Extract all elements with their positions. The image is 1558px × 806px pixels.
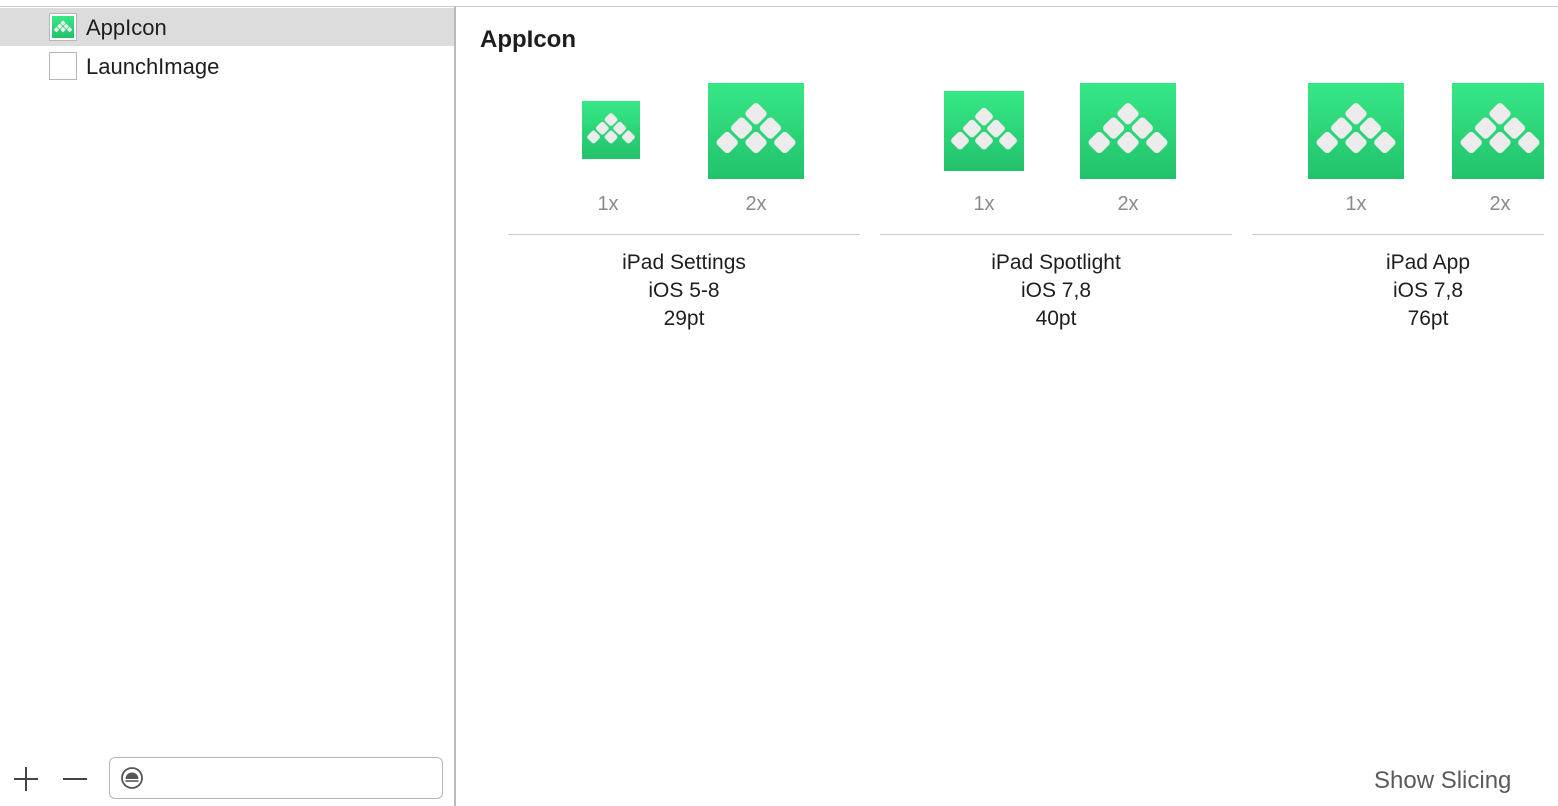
device-label: iPad Settings — [622, 251, 746, 274]
scale-label: 2x — [745, 193, 767, 215]
icon-group-ipad-app: 1x 2x iPad App iOS 7,8 76pt — [1252, 83, 1558, 343]
icon-slot-2x[interactable]: 2x — [708, 83, 804, 223]
size-label: 29pt — [663, 307, 705, 330]
asset-sidebar: AppIcon LaunchImage — [0, 7, 454, 806]
group-caption: iPad App iOS 7,8 76pt — [1252, 249, 1558, 333]
scale-label: 1x — [597, 193, 619, 215]
scale-label: 2x — [1489, 193, 1511, 215]
icon-group-ipad-spotlight: 1x 2x iPad Spotlight iOS 7,8 40pt — [880, 83, 1232, 343]
page-title: AppIcon — [480, 26, 576, 53]
icon-slot-2x[interactable]: 2x — [1080, 83, 1176, 223]
size-label: 40pt — [1035, 307, 1077, 330]
icon-group-ipad-settings: 1x 2x iPad Settings iOS 5-8 29pt — [508, 83, 860, 343]
appicon-thumbnail-icon — [49, 13, 77, 41]
asset-detail-pane: AppIcon 1x 2x iPad Settings iOS 5-8 29pt — [456, 7, 1558, 806]
icon-slot-1x[interactable]: 1x — [1308, 83, 1404, 223]
show-slicing-button[interactable]: Show Slicing — [1374, 767, 1511, 795]
plus-icon[interactable] — [14, 767, 38, 791]
scale-label: 1x — [973, 193, 995, 215]
sidebar-item-label: LaunchImage — [86, 54, 220, 79]
filter-field[interactable] — [109, 757, 443, 799]
app-icon-image — [582, 101, 640, 159]
filter-input[interactable] — [152, 764, 436, 794]
os-label: iOS 5-8 — [648, 279, 720, 302]
group-divider — [1252, 234, 1544, 235]
filter-icon — [121, 767, 143, 789]
icon-slot-1x[interactable]: 1x — [936, 83, 1032, 223]
sidebar-item-label: AppIcon — [86, 15, 167, 40]
app-icon-image — [944, 91, 1024, 171]
size-label: 76pt — [1407, 307, 1449, 330]
app-icon-image — [708, 83, 804, 179]
sidebar-bottom-bar — [0, 750, 454, 806]
os-label: iOS 7,8 — [1020, 279, 1092, 302]
icon-slot-1x[interactable]: 1x — [560, 83, 656, 223]
scale-label: 1x — [1345, 193, 1367, 215]
launchimage-thumbnail-icon — [49, 52, 77, 80]
app-icon-image — [1080, 83, 1176, 179]
app-icon-image — [1308, 83, 1404, 179]
scale-label: 2x — [1117, 193, 1139, 215]
device-label: iPad Spotlight — [991, 251, 1121, 274]
icon-slot-2x[interactable]: 2x — [1452, 83, 1548, 223]
sidebar-item-launchimage[interactable]: LaunchImage — [0, 47, 454, 85]
group-caption: iPad Settings iOS 5-8 29pt — [508, 249, 860, 333]
minus-icon[interactable] — [63, 767, 87, 791]
group-caption: iPad Spotlight iOS 7,8 40pt — [880, 249, 1232, 333]
group-divider — [880, 234, 1232, 235]
group-divider — [508, 234, 860, 235]
os-label: iOS 7,8 — [1392, 279, 1464, 302]
sidebar-item-appicon[interactable]: AppIcon — [0, 8, 454, 46]
app-icon-image — [1452, 83, 1544, 179]
device-label: iPad App — [1385, 251, 1471, 274]
